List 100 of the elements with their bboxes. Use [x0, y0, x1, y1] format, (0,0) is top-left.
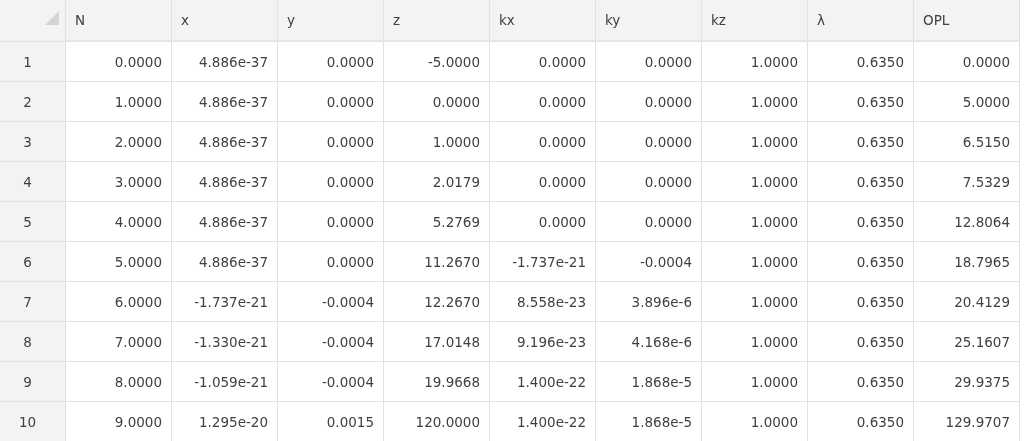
table-cell: -1.737e-21: [172, 282, 278, 322]
table-cell: 0.6350: [808, 82, 914, 122]
table-cell: 0.6350: [808, 402, 914, 441]
row-header[interactable]: 7: [0, 282, 66, 322]
table-cell: 4.886e-37: [172, 42, 278, 82]
table-cell: 9.196e-23: [490, 322, 596, 362]
row-header[interactable]: 10: [0, 402, 66, 441]
row-header[interactable]: 8: [0, 322, 66, 362]
table-cell: 1.0000: [702, 402, 808, 441]
table-cell: 1.0000: [702, 82, 808, 122]
table-cell: 0.0000: [596, 122, 702, 162]
table-cell: 19.9668: [384, 362, 490, 402]
table-cell: 25.1607: [914, 322, 1020, 362]
table-cell: 1.0000: [384, 122, 490, 162]
row-header[interactable]: 5: [0, 202, 66, 242]
table-cell: 5.2769: [384, 202, 490, 242]
table-cell: 11.2670: [384, 242, 490, 282]
table-cell: 0.6350: [808, 42, 914, 82]
table-cell: 1.868e-5: [596, 362, 702, 402]
table-cell: 0.0015: [278, 402, 384, 441]
table-cell: 4.886e-37: [172, 122, 278, 162]
table-cell: 4.886e-37: [172, 162, 278, 202]
table-cell: -5.0000: [384, 42, 490, 82]
table-cell: 0.0000: [596, 42, 702, 82]
row-header[interactable]: 6: [0, 242, 66, 282]
table-cell: 9.0000: [66, 402, 172, 441]
table-cell: 1.295e-20: [172, 402, 278, 441]
table-cell: 1.868e-5: [596, 402, 702, 441]
table-cell: 18.7965: [914, 242, 1020, 282]
table-cell: 0.0000: [278, 122, 384, 162]
row-header[interactable]: 2: [0, 82, 66, 122]
row-header[interactable]: 1: [0, 42, 66, 82]
table-cell: -1.330e-21: [172, 322, 278, 362]
table-cell: -0.0004: [278, 282, 384, 322]
column-header[interactable]: kx: [490, 0, 596, 42]
table-cell: 129.9707: [914, 402, 1020, 441]
table-cell: -1.059e-21: [172, 362, 278, 402]
table-cell: 0.6350: [808, 362, 914, 402]
table-cell: 17.0148: [384, 322, 490, 362]
column-header[interactable]: OPL: [914, 0, 1020, 42]
table-cell: 0.0000: [278, 162, 384, 202]
table-cell: 1.0000: [66, 82, 172, 122]
column-header[interactable]: N: [66, 0, 172, 42]
table-cell: 1.0000: [702, 122, 808, 162]
table-cell: 1.400e-22: [490, 362, 596, 402]
column-header[interactable]: x: [172, 0, 278, 42]
column-header[interactable]: kz: [702, 0, 808, 42]
table-cell: 1.0000: [702, 162, 808, 202]
table-cell: 12.8064: [914, 202, 1020, 242]
table-cell: 8.558e-23: [490, 282, 596, 322]
table-cell: 1.0000: [702, 362, 808, 402]
select-all-icon[interactable]: [45, 10, 59, 25]
column-header[interactable]: ky: [596, 0, 702, 42]
table-cell: 1.0000: [702, 282, 808, 322]
column-header[interactable]: z: [384, 0, 490, 42]
table-cell: 0.6350: [808, 282, 914, 322]
table-cell: 8.0000: [66, 362, 172, 402]
table-cell: 0.0000: [596, 202, 702, 242]
table-cell: 7.5329: [914, 162, 1020, 202]
table-cell: 2.0179: [384, 162, 490, 202]
table-cell: 1.0000: [702, 202, 808, 242]
table-cell: 0.0000: [596, 162, 702, 202]
table-cell: 0.0000: [278, 242, 384, 282]
row-header[interactable]: 9: [0, 362, 66, 402]
table-cell: 0.0000: [914, 42, 1020, 82]
table-cell: 0.6350: [808, 202, 914, 242]
table-cell: -1.737e-21: [490, 242, 596, 282]
table-cell: 0.0000: [490, 122, 596, 162]
table-cell: 0.0000: [490, 162, 596, 202]
table-cell: 0.6350: [808, 322, 914, 362]
table-cell: 1.0000: [702, 242, 808, 282]
column-header[interactable]: y: [278, 0, 384, 42]
table-cell: 0.0000: [490, 202, 596, 242]
table-cell: 0.0000: [384, 82, 490, 122]
table-cell: 1.0000: [702, 322, 808, 362]
table-cell: 1.0000: [702, 42, 808, 82]
table-cell: -0.0004: [278, 322, 384, 362]
table-cell: 0.0000: [278, 82, 384, 122]
table-cell: -0.0004: [278, 362, 384, 402]
table-cell: 0.6350: [808, 162, 914, 202]
table-cell: 5.0000: [66, 242, 172, 282]
row-header[interactable]: 4: [0, 162, 66, 202]
table-cell: 5.0000: [914, 82, 1020, 122]
table-cell: 4.0000: [66, 202, 172, 242]
column-header[interactable]: λ: [808, 0, 914, 42]
table-cell: 0.0000: [66, 42, 172, 82]
table-cell: 4.886e-37: [172, 202, 278, 242]
table-cell: 3.0000: [66, 162, 172, 202]
table-cell: -0.0004: [596, 242, 702, 282]
table-cell: 20.4129: [914, 282, 1020, 322]
table-cell: 6.5150: [914, 122, 1020, 162]
table-cell: 12.2670: [384, 282, 490, 322]
table-cell: 29.9375: [914, 362, 1020, 402]
table-cell: 1.400e-22: [490, 402, 596, 441]
table-cell: 2.0000: [66, 122, 172, 162]
table-cell: 3.896e-6: [596, 282, 702, 322]
table-cell: 0.0000: [278, 202, 384, 242]
row-header[interactable]: 3: [0, 122, 66, 162]
table-cell: 0.0000: [596, 82, 702, 122]
table-cell: 0.0000: [490, 82, 596, 122]
